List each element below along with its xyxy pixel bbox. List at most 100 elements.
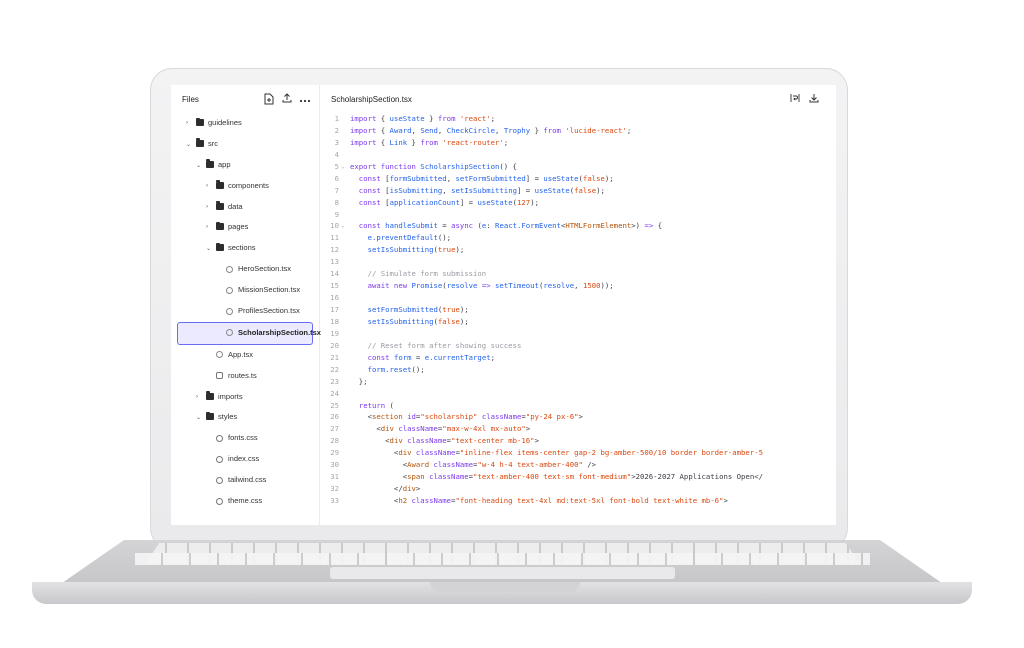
- code-token: />: [582, 460, 597, 470]
- file-icon: [216, 372, 223, 380]
- tree-file[interactable]: App.tsx: [171, 345, 319, 366]
- tree-file[interactable]: ProfilesSection.tsx: [171, 301, 319, 322]
- tree-folder[interactable]: › components: [171, 176, 319, 197]
- tree-folder[interactable]: › guidelines: [171, 113, 319, 134]
- tree-item-label: app: [218, 159, 231, 169]
- code-token: useState: [477, 197, 513, 207]
- chevron-down-icon[interactable]: ⌄: [196, 414, 201, 421]
- chevron-down-icon[interactable]: ⌄: [186, 141, 191, 148]
- file-plus-icon[interactable]: [262, 93, 276, 107]
- code-token: import: [350, 114, 377, 123]
- tree-folder[interactable]: › imports: [171, 387, 319, 408]
- tree-folder[interactable]: ⌄ src: [171, 134, 319, 155]
- code-line: 8 const [applicationCount] = useState(12…: [321, 197, 836, 209]
- tree-file[interactable]: HeroSection.tsx: [171, 259, 319, 280]
- file-tree: › guidelines ⌄ src ⌄ app › components › data › page…: [171, 113, 321, 512]
- code-text: const form = e.currentTarget;: [350, 352, 495, 364]
- tree-folder[interactable]: ⌄ app: [171, 155, 319, 176]
- component-icon: [226, 329, 233, 337]
- code-text: export function ScholarshipSection() {: [350, 161, 517, 173]
- code-text: import { Award, Send, CheckCircle, Troph…: [350, 125, 631, 137]
- tree-item-label: components: [228, 180, 269, 190]
- chevron-down-icon[interactable]: ⌄: [206, 245, 211, 252]
- tree-folder[interactable]: ⌄ sections: [171, 238, 319, 259]
- download-icon[interactable]: [807, 93, 821, 107]
- chevron-right-icon[interactable]: ›: [206, 183, 208, 189]
- code-token: formSubmitted: [389, 173, 447, 183]
- tree-file[interactable]: index.css: [171, 449, 319, 470]
- tree-item-label: HeroSection.tsx: [238, 264, 291, 274]
- text-wrap-icon[interactable]: [788, 93, 802, 107]
- tree-item-label: ScholarshipSection.tsx: [238, 327, 321, 337]
- code-token: id: [402, 412, 416, 422]
- line-number: 22: [330, 364, 339, 374]
- code-text: <h2 className="font-heading text-4xl md:…: [350, 495, 728, 507]
- chevron-right-icon[interactable]: ›: [206, 224, 208, 230]
- chevron-down-icon[interactable]: ⌄: [196, 162, 201, 169]
- chevron-right-icon[interactable]: ›: [186, 120, 188, 126]
- tree-file[interactable]: routes.ts: [171, 366, 319, 387]
- code-token: :: [486, 221, 496, 231]
- editor-header: ScholarshipSection.tsx: [321, 85, 836, 115]
- tree-file[interactable]: ScholarshipSection.tsx: [177, 321, 321, 345]
- tree-item-label: theme.css: [228, 496, 263, 506]
- tree-folder[interactable]: ⌄ styles: [171, 407, 319, 428]
- tree-file[interactable]: theme.css: [171, 491, 319, 512]
- code-token: className: [424, 472, 469, 482]
- code-token: useState: [534, 185, 570, 195]
- code-text: return (: [350, 400, 394, 412]
- tree-file[interactable]: tailwind.css: [171, 470, 319, 491]
- upload-icon[interactable]: [280, 93, 294, 107]
- line-number: 31: [330, 472, 339, 482]
- code-token: =: [437, 221, 452, 231]
- tree-item-label: routes.ts: [228, 370, 257, 380]
- code-token: className: [477, 412, 522, 422]
- component-icon: [226, 286, 233, 294]
- code-token: "font-heading text-4xl md:text-5xl font-…: [455, 496, 724, 505]
- fold-chevron-icon[interactable]: ⌄: [341, 220, 345, 232]
- tree-folder[interactable]: › data: [171, 197, 319, 218]
- code-token: const: [358, 197, 381, 207]
- code-token: form.reset: [367, 364, 412, 374]
- tree-file[interactable]: MissionSection.tsx: [171, 280, 319, 301]
- code-line: 10 ⌄ const handleSubmit = async (e: React…: [321, 220, 836, 232]
- chevron-right-icon[interactable]: ›: [196, 394, 198, 400]
- code-token: setFormSubmitted: [455, 173, 526, 183]
- line-number: 13: [330, 257, 339, 267]
- line-number: 18: [330, 316, 339, 326]
- code-line: 4: [321, 149, 836, 161]
- code-token: ));: [600, 281, 614, 291]
- css-file-icon: [216, 497, 223, 505]
- fold-chevron-icon[interactable]: ⌄: [341, 161, 345, 173]
- code-text: // Reset form after showing success: [350, 340, 522, 352]
- code-line: 27 <div className="max-w-4xl mx-auto">: [321, 423, 836, 435]
- editor-filename: ScholarshipSection.tsx: [331, 95, 412, 104]
- tree-file[interactable]: fonts.css: [171, 428, 319, 449]
- code-token: );: [459, 316, 469, 326]
- code-text: <Award className="w-4 h-4 text-amber-400…: [350, 459, 596, 471]
- tree-folder[interactable]: › pages: [171, 217, 319, 238]
- code-token: span: [407, 472, 425, 482]
- code-text: };: [350, 376, 368, 388]
- chevron-right-icon[interactable]: ›: [206, 204, 208, 210]
- code-token: <: [350, 448, 399, 458]
- code-token: "scholarship": [420, 412, 478, 422]
- more-horizontal-icon[interactable]: [298, 93, 312, 107]
- code-text: e.preventDefault();: [350, 232, 451, 244]
- file-explorer: Files › guidelines ⌄ src ⌄ app › components › dat…: [171, 85, 321, 525]
- code-text: </div>: [350, 483, 420, 495]
- code-token: div: [402, 484, 416, 494]
- code-token: useState: [543, 173, 579, 183]
- code-line: 30 <Award className="w-4 h-4 text-amber-…: [321, 459, 836, 471]
- code-line: 32 </div>: [321, 483, 836, 495]
- line-number: 16: [330, 293, 339, 303]
- code-editor[interactable]: 1 import { useState } from 'react'; 2 impor…: [321, 113, 836, 525]
- code-token: const: [358, 185, 381, 195]
- code-token: [: [380, 173, 390, 183]
- code-line: 12 setIsSubmitting(true);: [321, 244, 836, 256]
- folder-icon: [216, 242, 224, 252]
- code-line: 23 };: [321, 376, 836, 388]
